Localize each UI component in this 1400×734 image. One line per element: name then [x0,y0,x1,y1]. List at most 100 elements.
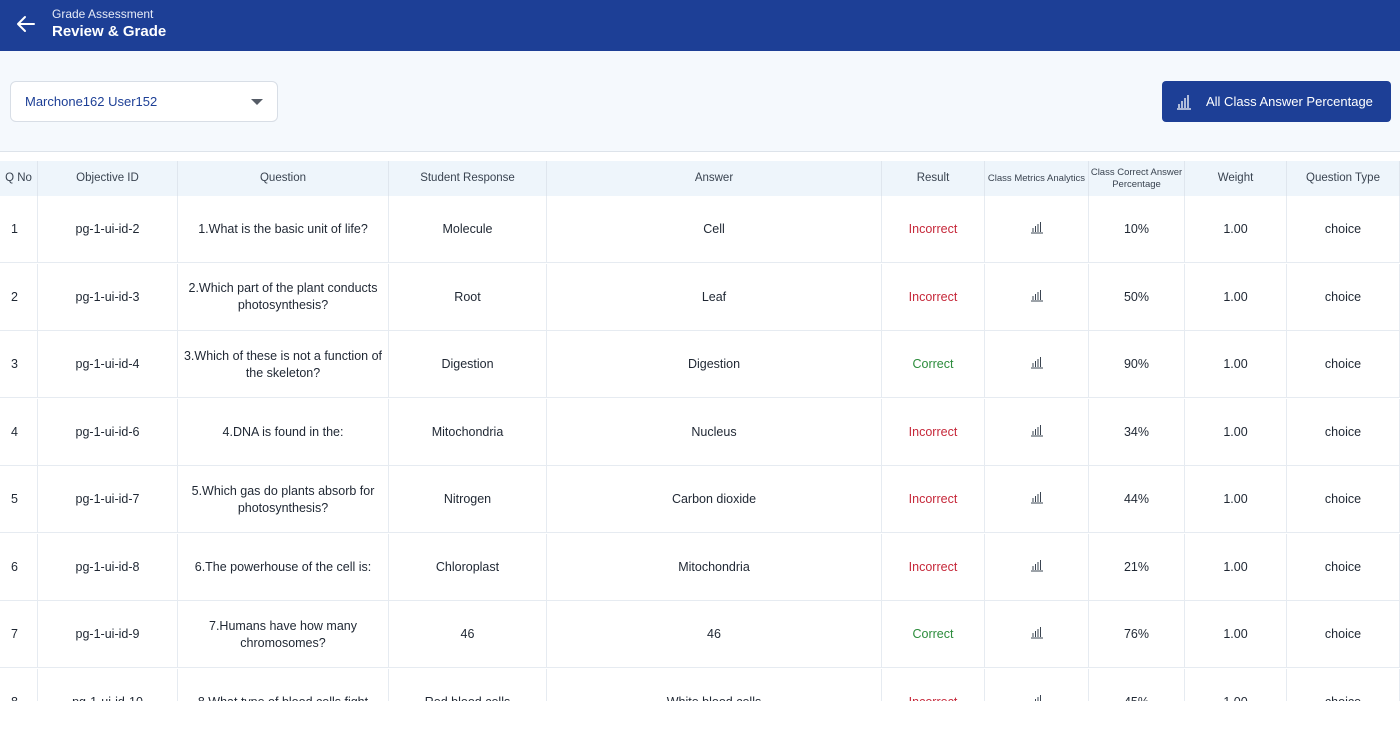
cell-objective-id: pg-1-ui-id-4 [38,331,178,398]
cell-result: Incorrect [882,533,985,601]
cell-objective-id: pg-1-ui-id-10 [38,668,178,701]
cell-class-correct-percentage: 44% [1089,466,1185,533]
table-row: 8pg-1-ui-id-108.What type of blood cells… [0,668,1400,701]
app-bar: Grade Assessment Review & Grade [0,0,1400,51]
cell-question: 5.Which gas do plants absorb for photosy… [178,466,389,533]
table-row: 2 pg-1-ui-id-3 2.Which part of the plant c… [0,263,1400,331]
cell-q-no: 7 [0,601,38,668]
cell-weight: 1.00 [1185,466,1287,533]
cell-q-no: 5 [0,466,38,533]
cell-student-response: Red blood cells [389,668,547,701]
cell-result: Incorrect [882,466,985,533]
table-row: 7 pg-1-ui-id-9 7.Humans have how many chro… [0,601,1400,668]
cell-class-metrics[interactable] [985,601,1089,668]
cell-objective-id: pg-1-ui-id-3 [38,263,178,331]
column-header-student-response: Student Response [389,161,547,196]
cell-weight: 1.00 [1185,533,1287,601]
cell-weight: 1.00 [1185,601,1287,668]
cell-objective-id: pg-1-ui-id-2 [38,196,178,263]
arrow-left-icon[interactable] [14,12,38,36]
cell-question-type: choice [1287,398,1400,466]
bar-chart-icon[interactable] [1030,220,1044,239]
cell-q-no: 8 [0,668,38,701]
cell-q-no: 1 [0,196,38,263]
table-row: 3 pg-1-ui-id-4 3.Which of these is not a f… [0,331,1400,398]
cell-student-response: Molecule [389,196,547,263]
column-header-question: Question [178,161,389,196]
cell-q-no: 4 [0,398,38,466]
cell-result: Incorrect [882,196,985,263]
grade-table: Q No Objective ID Question Student Response… [0,161,1400,701]
bar-chart-icon[interactable] [1030,558,1044,577]
cell-question-type: choice [1287,533,1400,601]
cell-q-no: 2 [0,263,38,331]
cell-question-type: choice [1287,263,1400,331]
cell-question: 4.DNA is found in the: [178,398,389,466]
cell-weight: 1.00 [1185,398,1287,466]
cell-answer: Cell [547,196,882,263]
cell-q-no: 6 [0,533,38,601]
bar-chart-icon[interactable] [1030,490,1044,509]
cell-class-metrics[interactable] [985,466,1089,533]
cell-objective-id: pg-1-ui-id-6 [38,398,178,466]
column-header-class-metrics: Class Metrics Analytics [985,161,1089,196]
cell-student-response: 46 [389,601,547,668]
table-row: 5 pg-1-ui-id-7 5.Which gas do plants absor… [0,466,1400,533]
cell-class-correct-percentage: 45% [1089,668,1185,701]
bar-chart-icon[interactable] [1030,625,1044,644]
bar-chart-icon[interactable] [1030,423,1044,442]
caret-down-icon [251,99,263,105]
cell-question-type: choice [1287,196,1400,263]
cell-answer: 46 [547,601,882,668]
table-row: 4 pg-1-ui-id-6 4.DNA is found in the: Mitoc… [0,398,1400,466]
cell-weight: 1.00 [1185,196,1287,263]
cell-result: Incorrect [882,263,985,331]
column-header-question-type: Question Type [1287,161,1400,196]
cell-class-metrics[interactable] [985,668,1089,701]
cell-question: 3.Which of these is not a function of th… [178,331,389,398]
cell-question: 6.The powerhouse of the cell is: [178,533,389,601]
column-header-q-no: Q No [0,161,38,196]
cell-student-response: Mitochondria [389,398,547,466]
bar-chart-icon [1177,94,1191,110]
cell-q-no: 3 [0,331,38,398]
column-header-weight: Weight [1185,161,1287,196]
cell-result: Incorrect [882,668,985,701]
cell-weight: 1.00 [1185,331,1287,398]
cell-objective-id: pg-1-ui-id-9 [38,601,178,668]
cell-weight: 1.00 [1185,668,1287,701]
bar-chart-icon[interactable] [1030,693,1044,701]
bar-chart-icon[interactable] [1030,288,1044,307]
cell-question-type: choice [1287,331,1400,398]
cell-question: 8.What type of blood cells fight [178,668,389,701]
cell-result: Correct [882,601,985,668]
cell-answer: Leaf [547,263,882,331]
cell-question-type: choice [1287,466,1400,533]
cell-question-type: choice [1287,601,1400,668]
cell-answer: Nucleus [547,398,882,466]
cell-question: 1.What is the basic unit of life? [178,196,389,263]
all-class-answer-percentage-label: All Class Answer Percentage [1206,94,1373,109]
header-titles: Grade Assessment Review & Grade [52,7,166,41]
bar-chart-icon[interactable] [1030,355,1044,374]
cell-class-metrics[interactable] [985,331,1089,398]
student-select-value: Marchone162 User152 [25,94,158,109]
cell-answer: Mitochondria [547,533,882,601]
cell-class-correct-percentage: 21% [1089,533,1185,601]
cell-result: Incorrect [882,398,985,466]
all-class-answer-percentage-button[interactable]: All Class Answer Percentage [1162,81,1391,122]
cell-student-response: Chloroplast [389,533,547,601]
column-header-class-correct-percentage: Class Correct Answer Percentage [1089,161,1185,196]
column-header-objective-id: Objective ID [38,161,178,196]
table-row: 6 pg-1-ui-id-8 6.The powerhouse of the cel… [0,533,1400,601]
student-select[interactable]: Marchone162 User152 [10,81,278,122]
cell-question-type: choice [1287,668,1400,701]
table-row: 1 pg-1-ui-id-2 1.What is the basic unit of… [0,196,1400,263]
cell-answer: White blood cells [547,668,882,701]
cell-class-metrics[interactable] [985,196,1089,263]
cell-class-correct-percentage: 10% [1089,196,1185,263]
cell-student-response: Digestion [389,331,547,398]
cell-class-metrics[interactable] [985,533,1089,601]
cell-class-metrics[interactable] [985,398,1089,466]
cell-class-metrics[interactable] [985,263,1089,331]
